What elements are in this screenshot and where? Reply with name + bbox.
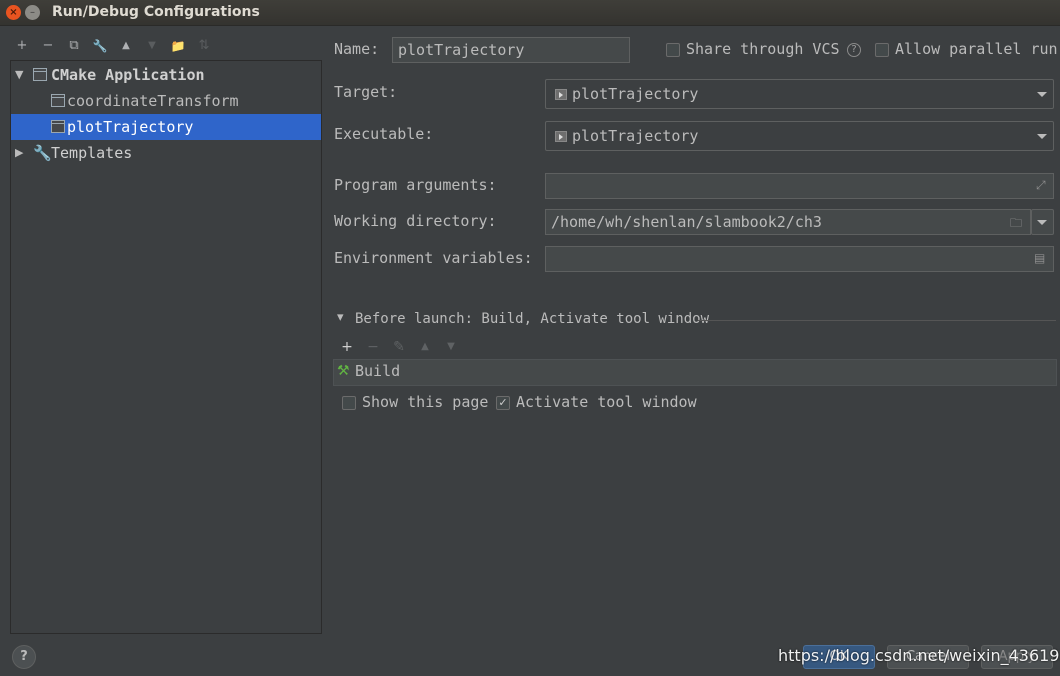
window-minimize-button[interactable]: – [25,5,40,20]
remove-configuration-button[interactable]: − [38,36,58,56]
chevron-down-icon [1037,220,1047,225]
edit-task-button[interactable]: ✎ [390,338,408,356]
executable-label: Executable: [334,125,434,143]
show-page-label: Show this page [362,393,489,411]
add-task-button[interactable]: + [338,338,356,356]
list-item[interactable]: ⚒ Build [334,360,1056,385]
watermark-text: https://blog.csdn.net/weixin_43619346 [778,646,1060,665]
name-input[interactable]: plotTrajectory [392,37,630,63]
move-task-up-button[interactable]: ▲ [416,338,434,356]
tree-item-label: coordinateTransform [67,92,239,110]
program-arguments-input[interactable] [545,173,1054,199]
executable-target-icon [555,89,567,100]
before-launch-task-list: ⚒ Build [333,359,1057,386]
executable-target-icon [555,131,567,142]
working-directory-input[interactable]: /home/wh/shenlan/slambook2/ch3 [545,209,1031,235]
window-title: Run/Debug Configurations [52,4,260,20]
title-bar: × – Run/Debug Configurations [0,0,1060,26]
share-vcs-checkbox[interactable] [666,43,680,57]
expand-icon[interactable]: ⤢ [1036,178,1046,193]
window-close-button[interactable]: × [6,5,21,20]
move-down-button[interactable]: ▼ [142,36,162,56]
folder-icon[interactable]: 🗀 [1010,214,1022,235]
allow-parallel-label: Allow parallel run [895,40,1058,58]
allow-parallel-checkbox[interactable] [875,43,889,57]
target-select[interactable]: plotTrajectory [545,79,1054,109]
program-arguments-label: Program arguments: [334,176,497,194]
move-task-down-button[interactable]: ▼ [442,338,460,356]
executable-select[interactable]: plotTrajectory [545,121,1054,151]
cmake-target-icon [51,120,65,133]
working-directory-dropdown[interactable] [1031,209,1054,235]
copy-configuration-button[interactable]: ⧉ [64,36,84,56]
collapse-arrow-icon[interactable]: ▶ [15,140,27,166]
task-label: Build [355,362,401,380]
move-up-button[interactable]: ▲ [116,36,136,56]
hammer-icon: ⚒ [337,363,350,379]
help-icon[interactable]: ? [847,43,861,57]
section-divider [698,320,1056,321]
configurations-tree: ▼ CMake Application coordinateTransform … [10,60,322,634]
tree-item-coordinatetransform[interactable]: coordinateTransform [11,88,321,114]
cmake-app-icon [33,68,47,81]
show-page-checkbox[interactable] [342,396,356,410]
new-folder-button[interactable]: 📁 [168,36,188,56]
collapse-arrow-icon[interactable]: ▾ [337,310,344,325]
target-value: plotTrajectory [572,85,699,103]
tree-group-templates[interactable]: ▶ 🔧 Templates [11,140,321,166]
name-label: Name: [334,40,380,58]
edit-defaults-wrench-button[interactable]: 🔧 [90,36,110,56]
tree-item-label: plotTrajectory [67,118,194,136]
chevron-down-icon [1037,134,1047,139]
tree-group-cmake-application[interactable]: ▼ CMake Application [11,62,321,88]
working-directory-label: Working directory: [334,212,497,230]
wrench-icon: 🔧 [33,144,52,162]
chevron-down-icon [1037,92,1047,97]
tree-group-label: Templates [51,144,133,162]
remove-task-button[interactable]: − [364,338,382,356]
tree-group-label: CMake Application [51,66,205,84]
share-vcs-label: Share through VCS [686,40,840,58]
add-configuration-button[interactable]: + [12,36,32,56]
cmake-target-icon [51,94,65,107]
document-icon[interactable]: ▤ [1034,251,1045,265]
expand-arrow-icon[interactable]: ▼ [15,62,27,88]
environment-variables-label: Environment variables: [334,249,533,267]
target-label: Target: [334,83,398,101]
sort-button[interactable]: ⇅ [194,36,214,56]
help-button[interactable]: ? [12,645,36,669]
activate-tool-window-label: Activate tool window [516,393,697,411]
tree-item-plottrajectory[interactable]: plotTrajectory [11,114,321,140]
executable-value: plotTrajectory [572,127,699,145]
activate-tool-window-checkbox[interactable]: ✓ [496,396,510,410]
before-launch-title: Before launch: Build, Activate tool wind… [355,311,710,327]
environment-variables-input[interactable] [545,246,1054,272]
